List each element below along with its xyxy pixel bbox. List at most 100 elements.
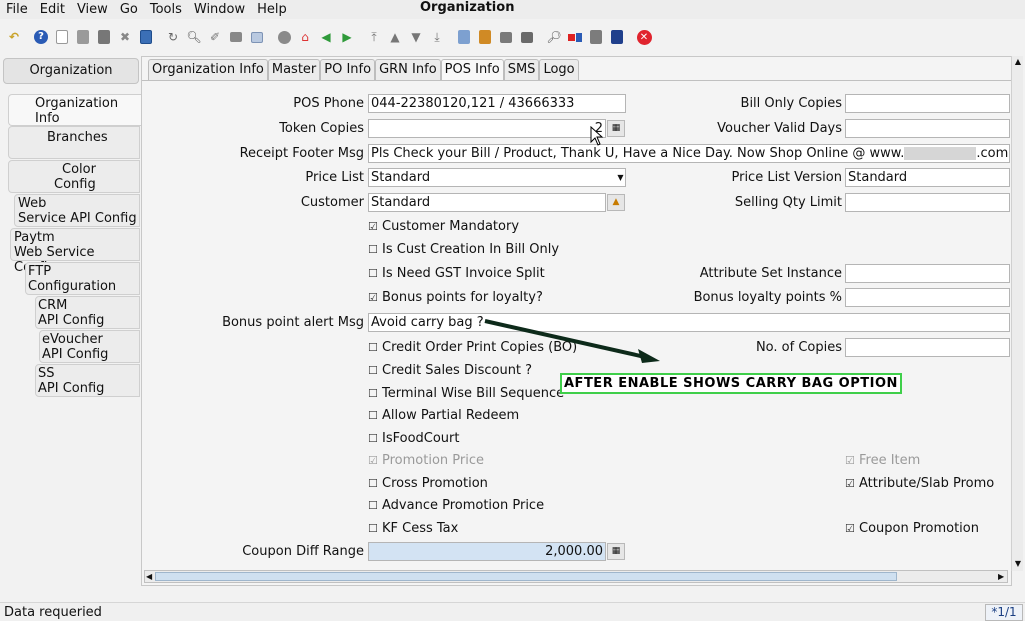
customer-mandatory-checkbox[interactable]: ☑ Customer Mandatory [368, 218, 519, 236]
workflow-icon[interactable] [567, 29, 583, 45]
tab-organization-info[interactable]: Organization Info [148, 59, 268, 80]
product-info-icon[interactable] [609, 29, 625, 45]
receipt-footer-label: Receipt Footer Msg [239, 146, 364, 161]
help-icon[interactable]: ? [33, 29, 49, 45]
kf-cess-tax-checkbox[interactable]: ☐ KF Cess Tax [368, 520, 458, 538]
home-icon[interactable]: ⌂ [297, 29, 313, 45]
coupon-diff-range-field[interactable]: 2,000.00 [368, 542, 606, 561]
coupon-diff-range-label: Coupon Diff Range [242, 544, 364, 559]
sidebar-item-branches[interactable]: Branches [8, 126, 140, 159]
menu-view[interactable]: View [71, 2, 114, 17]
price-list-version-field[interactable]: Standard [845, 168, 1010, 187]
sidebar-item-crm-api-config[interactable]: CRM API Config [35, 296, 140, 329]
last-record-icon[interactable]: ⤓ [429, 29, 445, 45]
advance-promotion-price-checkbox[interactable]: ☐ Advance Promotion Price [368, 497, 544, 515]
undo-icon[interactable]: ↶ [6, 29, 22, 45]
vertical-scrollbar[interactable]: ▲ ▼ [1011, 56, 1023, 571]
menu-tools[interactable]: Tools [144, 2, 188, 17]
sidebar-item-ss-api-config[interactable]: SS API Config [35, 364, 140, 397]
cross-promotion-checkbox[interactable]: ☐ Cross Promotion [368, 475, 488, 493]
save-icon[interactable] [138, 29, 154, 45]
token-copies-field[interactable]: 2 [368, 119, 606, 138]
parent-record-icon[interactable]: ◀ [318, 29, 334, 45]
side-panel-header: Organization [3, 58, 139, 84]
scroll-down-icon[interactable]: ▼ [1013, 559, 1023, 569]
detail-record-icon[interactable]: ▶ [339, 29, 355, 45]
attachment-icon[interactable]: ✐ [207, 29, 223, 45]
sidebar-item-ftp-configuration[interactable]: FTP Configuration [25, 262, 140, 295]
chat-icon[interactable] [228, 29, 244, 45]
gst-invoice-split-checkbox[interactable]: ☐ Is Need GST Invoice Split [368, 265, 545, 283]
menu-edit[interactable]: Edit [34, 2, 71, 17]
history-icon[interactable] [276, 29, 292, 45]
menu-help[interactable]: Help [251, 2, 293, 17]
calculator-icon[interactable]: ▦ [607, 543, 625, 560]
sidebar-item-evoucher-api-config[interactable]: eVoucher API Config [39, 330, 140, 363]
first-record-icon[interactable]: ⤒ [366, 29, 382, 45]
price-list-select[interactable]: Standard [368, 168, 626, 187]
find-icon[interactable]: 🔍︎ [186, 29, 202, 45]
customer-field[interactable]: Standard [368, 193, 606, 212]
previous-record-icon[interactable]: ▲ [387, 29, 403, 45]
sidebar-item-paytm-config[interactable]: Paytm Web Service Config [10, 228, 140, 275]
coupon-promotion-checkbox[interactable]: ☑ Coupon Promotion [845, 520, 979, 538]
sidebar-item-label: Branches [47, 130, 108, 145]
scroll-right-icon[interactable]: ▶ [998, 571, 1004, 582]
receipt-footer-text: Pls Check your Bill / Product, Thank U, … [371, 146, 905, 161]
new-record-icon[interactable] [54, 29, 70, 45]
is-food-court-checkbox[interactable]: ☐ IsFoodCourt [368, 430, 460, 448]
print-icon[interactable] [519, 29, 535, 45]
request-icon[interactable] [588, 29, 604, 45]
pos-phone-field[interactable]: 044-22380120,121 / 43666333 [368, 94, 626, 113]
allow-partial-redeem-checkbox[interactable]: ☐ Allow Partial Redeem [368, 407, 519, 425]
sidebar-item-web-service-api-config[interactable]: Web Service API Config [14, 194, 140, 227]
sidebar-item-organization-info[interactable]: Organization Info [8, 94, 141, 126]
selling-qty-limit-field[interactable] [845, 193, 1010, 212]
tab-master[interactable]: Master [267, 59, 321, 80]
no-of-copies-field[interactable] [845, 338, 1010, 357]
sidebar-item-color-config[interactable]: Color Config [8, 160, 140, 193]
sidebar-item-label: SS [38, 366, 55, 381]
bill-only-copies-field[interactable] [845, 94, 1010, 113]
terminal-wise-bill-checkbox[interactable]: ☐ Terminal Wise Bill Sequence [368, 385, 564, 403]
attribute-slab-promo-checkbox[interactable]: ☑ Attribute/Slab Promo [845, 475, 994, 493]
calculator-icon[interactable]: ▦ [607, 120, 625, 137]
voucher-valid-days-label: Voucher Valid Days [717, 121, 842, 136]
delete-record-icon[interactable] [96, 29, 112, 45]
voucher-valid-days-field[interactable] [845, 119, 1010, 138]
tab-logo[interactable]: Logo [539, 59, 579, 80]
record-counter[interactable]: *1/1 [985, 604, 1023, 621]
next-record-icon[interactable]: ▼ [408, 29, 424, 45]
scroll-left-icon[interactable]: ◀ [146, 571, 152, 582]
tab-grn-info[interactable]: GRN Info [375, 59, 441, 80]
print-preview-icon[interactable] [498, 29, 514, 45]
copy-record-icon[interactable] [75, 29, 91, 45]
report-icon[interactable] [456, 29, 472, 45]
bonus-alert-field[interactable]: Avoid carry bag ? [368, 313, 1010, 332]
cust-creation-in-bill-checkbox[interactable]: ☐ Is Cust Creation In Bill Only [368, 241, 559, 259]
archive-icon[interactable] [477, 29, 493, 45]
tab-sms[interactable]: SMS [503, 59, 540, 80]
menu-window[interactable]: Window [188, 2, 251, 17]
bonus-loyalty-points-field[interactable] [845, 288, 1010, 307]
bonus-points-loyalty-checkbox[interactable]: ☑ Bonus points for loyalty? [368, 289, 543, 307]
sidebar-item-label: Config [54, 177, 96, 192]
scrollbar-thumb[interactable] [155, 572, 897, 581]
chevron-down-icon[interactable]: ▼ [615, 169, 626, 186]
tab-po-info[interactable]: PO Info [320, 59, 376, 80]
attribute-set-instance-field[interactable] [845, 264, 1010, 283]
horizontal-scrollbar[interactable]: ◀ ▶ [144, 570, 1008, 583]
tab-pos-info[interactable]: POS Info [440, 59, 504, 80]
delete-selection-icon[interactable]: ✖ [117, 29, 133, 45]
sidebar-item-label: Web [18, 196, 47, 211]
menu-go[interactable]: Go [114, 2, 144, 17]
receipt-footer-field[interactable]: Pls Check your Bill / Product, Thank U, … [368, 144, 1010, 163]
menu-file[interactable]: File [0, 2, 34, 17]
scroll-up-icon[interactable]: ▲ [1013, 57, 1023, 67]
no-of-copies-label: No. of Copies [755, 340, 842, 355]
close-icon[interactable]: ✕ [636, 29, 652, 45]
customer-lookup-icon[interactable]: ▲ [607, 194, 625, 211]
zoom-across-icon[interactable]: 🔎︎ [546, 29, 562, 45]
refresh-icon[interactable]: ↻ [165, 29, 181, 45]
grid-toggle-icon[interactable] [249, 29, 265, 45]
